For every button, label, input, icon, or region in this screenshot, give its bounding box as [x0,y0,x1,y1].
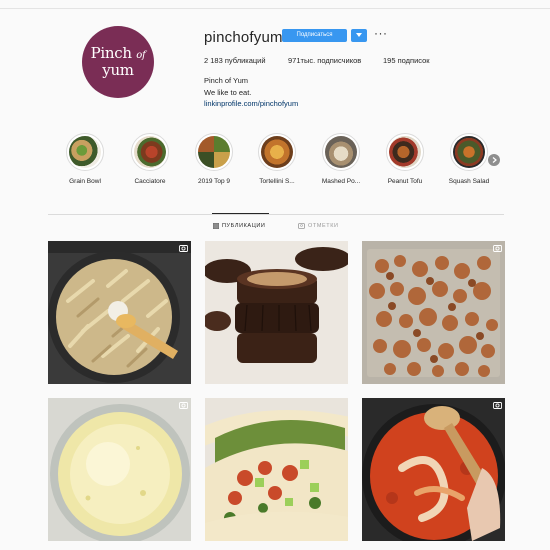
chevron-right-icon [492,157,497,163]
avatar-logo: Pinch of yum [91,46,146,78]
bio-link[interactable]: linkinprofile.com/pinchofyum [204,99,298,108]
highlight-label: Cacciatore [134,178,166,185]
tabs-divider [48,214,504,215]
more-options-button[interactable]: ··· [374,26,388,40]
post-image-pasta [48,241,191,384]
post-image-granola [362,241,505,384]
post-thumbnail-chocolate-cups[interactable] [205,241,348,384]
logo-word-of: of [136,50,146,61]
post-image-soup [362,398,505,541]
post-image-chocolate-cups [205,241,348,384]
camera-icon [493,245,502,252]
tag-icon [298,223,305,229]
highlight-label: 2019 Top 9 [197,178,231,185]
highlight-label: Tortellini S... [259,178,295,185]
highlight-label: Squash Salad [448,178,490,185]
tab-posts[interactable]: ПУБЛИКАЦИИ [213,223,265,229]
highlight-cover [195,133,233,171]
post-thumbnail-blender-drink[interactable] [48,398,191,541]
stat-following[interactable]: 195 подписок [383,56,430,65]
bio-text: We like to eat. [204,88,252,97]
highlight-2019-top-9[interactable]: 2019 Top 9 [184,133,244,185]
camera-icon [493,402,502,409]
camera-icon [179,245,188,252]
highlight-cover [258,133,296,171]
tab-tagged[interactable]: ОТМЕТКИ [298,223,339,229]
post-image-tacos [205,398,348,541]
post-thumbnail-pasta[interactable] [48,241,191,384]
follow-button[interactable]: Подписаться [282,29,347,42]
highlight-cover [322,133,360,171]
highlight-label: Mashed Po... [321,178,361,185]
highlight-label: Grain Bowl [69,178,101,185]
suggestions-dropdown-button[interactable] [351,29,367,42]
bio-name: Pinch of Yum [204,76,249,85]
camera-icon [179,402,188,409]
top-divider [0,8,550,9]
post-thumbnail-soup[interactable] [362,398,505,541]
post-image-blender-drink [48,398,191,541]
tab-posts-label: ПУБЛИКАЦИИ [222,223,266,229]
highlight-cover [131,133,169,171]
highlight-cover [450,133,488,171]
profile-avatar[interactable]: Pinch of yum [82,26,154,98]
tab-tagged-label: ОТМЕТКИ [308,223,339,229]
highlight-grain-bowl[interactable]: Grain Bowl [55,133,115,185]
highlight-cover [386,133,424,171]
profile-username: pinchofyum [204,29,283,46]
logo-word-pinch: Pinch [90,44,132,62]
highlight-cover [66,133,104,171]
highlights-next-button[interactable] [488,154,500,166]
post-thumbnail-granola[interactable] [362,241,505,384]
highlight-cacciatore[interactable]: Cacciatore [120,133,180,185]
highlight-mashed-potatoes[interactable]: Mashed Po... [311,133,371,185]
stat-followers[interactable]: 971тыс. подписчиков [288,56,361,65]
highlight-tortellini[interactable]: Tortellini S... [247,133,307,185]
active-tab-indicator [212,213,269,214]
highlight-label: Peanut Tofu [387,178,423,185]
grid-icon [213,223,219,229]
stat-posts: 2 183 публикаций [204,56,266,65]
highlight-peanut-tofu[interactable]: Peanut Tofu [375,133,435,185]
logo-word-yum: yum [102,61,134,79]
post-thumbnail-tacos[interactable] [205,398,348,541]
chevron-down-icon [356,33,362,37]
